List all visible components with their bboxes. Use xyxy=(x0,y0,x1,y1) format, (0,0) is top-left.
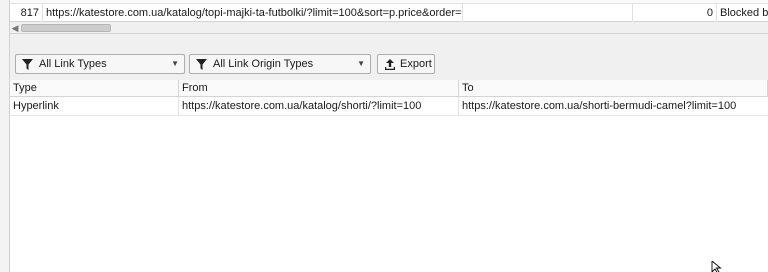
link-types-dropdown[interactable]: All Link Types ▼ xyxy=(15,54,185,74)
link-types-label: All Link Types xyxy=(39,58,107,70)
links-table: Type From To Hyperlink https://katestore… xyxy=(10,80,768,272)
scroll-left-icon[interactable]: ◀ xyxy=(10,23,20,33)
row-address[interactable]: https://katestore.com.ua/katalog/topi-ma… xyxy=(43,4,463,22)
export-icon xyxy=(385,59,395,70)
column-header-to[interactable]: To xyxy=(459,80,768,97)
link-origin-types-dropdown[interactable]: All Link Origin Types ▼ xyxy=(189,54,371,74)
filter-icon xyxy=(196,59,207,70)
urls-table: 817 https://katestore.com.ua/katalog/top… xyxy=(0,0,768,22)
column-header-type[interactable]: Type xyxy=(10,80,179,97)
left-splitter[interactable] xyxy=(0,0,10,272)
row-number: 817 xyxy=(10,4,43,22)
export-button[interactable]: Export xyxy=(377,54,435,74)
row-status: Blocked by xyxy=(717,4,768,22)
table-row[interactable]: Hyperlink https://katestore.com.ua/katal… xyxy=(10,97,768,116)
link-origin-types-label: All Link Origin Types xyxy=(213,58,314,70)
cell-type: Hyperlink xyxy=(10,97,179,116)
filter-icon xyxy=(22,59,33,70)
cell-from: https://katestore.com.ua/katalog/shorti/… xyxy=(179,97,459,116)
row-value: 0 xyxy=(633,4,717,22)
column-header-from[interactable]: From xyxy=(179,80,459,97)
mouse-cursor-icon xyxy=(711,261,722,272)
table-header: Type From To xyxy=(10,80,768,97)
chevron-down-icon: ▼ xyxy=(171,59,179,68)
links-panel: All Link Types ▼ All Link Origin Types ▼… xyxy=(10,47,768,272)
export-label: Export xyxy=(400,58,432,70)
row-empty-cell xyxy=(463,4,633,22)
scrollbar-thumb[interactable] xyxy=(21,24,111,32)
app-window: 817 https://katestore.com.ua/katalog/top… xyxy=(0,0,768,272)
horizontal-scrollbar[interactable]: ◀ xyxy=(0,22,768,34)
chevron-down-icon: ▼ xyxy=(357,59,365,68)
cell-to: https://katestore.com.ua/shorti-bermudi-… xyxy=(462,100,737,112)
